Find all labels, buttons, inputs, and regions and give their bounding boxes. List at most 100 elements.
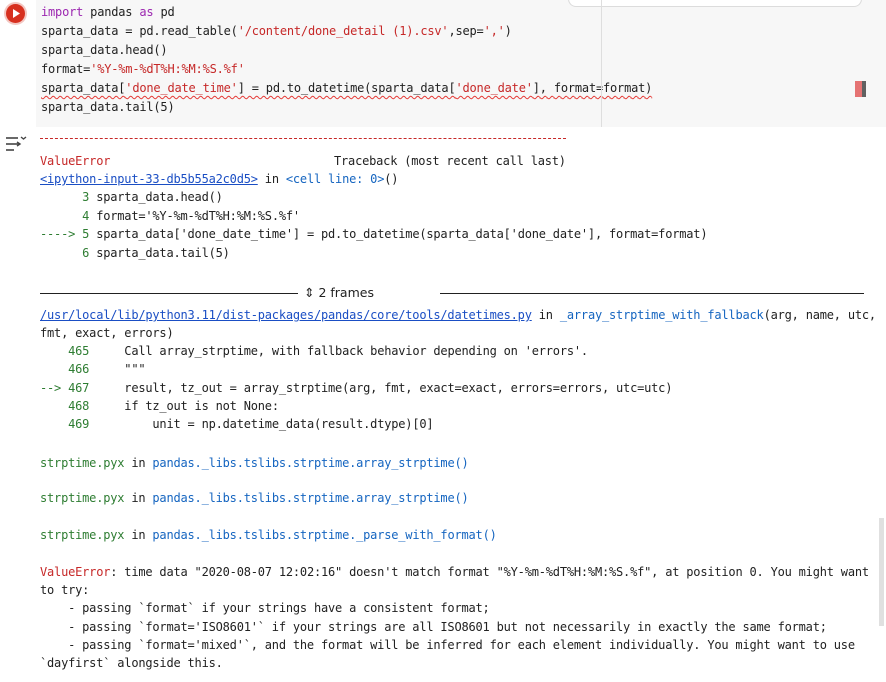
error-message-text: - passing `format='mixed'`, and the form… — [40, 637, 855, 652]
error-message-line: - passing `format='ISO8601'` if your str… — [40, 618, 827, 636]
error-message-line: to try: — [40, 581, 89, 599]
code-token: import — [41, 5, 84, 19]
traceback-code: sparta_data.tail(5) — [89, 245, 230, 260]
cython-frame-line: strptime.pyx in pandas._libs.tslibs.strp… — [40, 526, 497, 544]
error-message-text: - passing `format='ISO8601'` if your str… — [40, 619, 827, 634]
traceback-code: Call array_strptime, with fallback behav… — [89, 344, 588, 358]
traceback-arrow: ----> — [40, 227, 83, 241]
traceback-code: if tz_out is not None: — [89, 398, 279, 413]
error-message-line: ValueError: time data "2020-08-07 12:02:… — [40, 563, 869, 581]
final-error-name: ValueError — [40, 565, 111, 579]
error-message-line: `dayfirst` alongside this. — [40, 654, 223, 672]
cell-toolbar — [568, 0, 862, 7]
frame-function-args-cont: fmt, exact, errors) — [40, 326, 174, 340]
in-text: in — [124, 528, 153, 542]
cell-line-label: <cell line: 0> — [285, 172, 385, 186]
traceback-arrow — [40, 362, 68, 376]
in-text: in — [124, 491, 153, 505]
code-editor[interactable]: import pandas as pd sparta_data = pd.read… — [41, 3, 652, 117]
code-token: ',' — [483, 24, 505, 38]
code-token: ], format=format) — [532, 81, 653, 95]
traceback-code-line: 465 Call array_strptime, with fallback b… — [40, 342, 588, 360]
ipython-input-link[interactable]: <ipython-input-33-db5b55a2c0d5> — [40, 172, 258, 186]
frame-location-line: /usr/local/lib/python3.11/dist-packages/… — [40, 308, 877, 322]
traceback-code: format='%Y-%m-%dT%H:%M:%S.%f' — [89, 208, 300, 223]
traceback-code: sparta_data.head() — [89, 190, 223, 204]
traceback-arrow — [40, 344, 68, 358]
traceback-arrow — [40, 246, 82, 260]
pyx-file: strptime.pyx — [40, 528, 125, 542]
code-token: sparta_data[ — [41, 81, 126, 95]
error-message-text: `dayfirst` alongside this. — [40, 656, 223, 670]
datetimes-file-link[interactable]: /usr/local/lib/python3.11/dist-packages/… — [40, 308, 532, 322]
code-token: '/content/done_detail (1).csv' — [237, 24, 449, 38]
code-line[interactable]: import pandas as pd — [41, 3, 601, 22]
line-number: 466 — [68, 362, 90, 377]
error-message-line: - passing `format='mixed'`, and the form… — [40, 636, 855, 654]
traceback-code: result, tz_out = array_strptime(arg, fmt… — [89, 380, 673, 395]
traceback-code-line: 4 format='%Y-%m-%dT%H:%M:%S.%f' — [40, 207, 300, 225]
traceback-separator — [40, 138, 566, 139]
code-cell[interactable]: import pandas as pd sparta_data = pd.read… — [0, 0, 886, 127]
code-token: sparta_data.head() — [41, 43, 168, 57]
error-message-text: : time data "2020-08-07 12:02:16" doesn'… — [110, 565, 869, 579]
code-line[interactable]: sparta_data.tail(5) — [41, 98, 601, 117]
error-message-line: - passing `format` if your strings have … — [40, 599, 490, 617]
code-line[interactable]: sparta_data['done_date_time'] = pd.to_da… — [41, 79, 652, 98]
pyx-file: strptime.pyx — [40, 491, 125, 505]
cython-frame-line: strptime.pyx in pandas._libs.tslibs.strp… — [40, 489, 469, 507]
code-token: ] = pd.to_datetime(sparta_data[ — [237, 81, 456, 95]
editor-ruler — [601, 0, 602, 127]
editor-error-marker — [855, 81, 866, 97]
code-token: format= — [41, 62, 91, 76]
traceback-arrow — [40, 399, 68, 413]
traceback-header: Traceback (most recent call last) — [334, 154, 566, 168]
code-token: ,sep= — [448, 24, 484, 38]
cython-frame-line: strptime.pyx in pandas._libs.tslibs.strp… — [40, 454, 469, 472]
code-line[interactable]: sparta_data = pd.read_table('/content/do… — [41, 22, 601, 41]
traceback-location: <ipython-input-33-db5b55a2c0d5> in <cell… — [40, 170, 398, 188]
in-text: in — [124, 456, 153, 470]
traceback-code-line: 469 unit = np.datetime_data(result.dtype… — [40, 415, 433, 433]
run-cell-button[interactable] — [6, 4, 25, 23]
traceback-code: sparta_data['done_date_time'] = pd.to_da… — [89, 227, 708, 241]
line-number: 465 — [68, 344, 90, 358]
frames-divider-left — [40, 293, 298, 294]
frames-label: 2 frames — [318, 285, 374, 300]
traceback-code-line: 3 sparta_data.head() — [40, 188, 223, 206]
unfold-icon: ⇕ — [304, 285, 315, 300]
cell-gutter — [0, 0, 36, 127]
code-token: sparta_data = pd.read_table( — [41, 24, 238, 38]
code-token: 'done_date' — [455, 81, 533, 95]
line-number: 468 — [68, 398, 90, 413]
call-parens: () — [384, 172, 399, 186]
frame-function-args: (arg, name, utc, — [763, 308, 877, 322]
traceback-code-line: --> 467 result, tz_out = array_strptime(… — [40, 379, 672, 397]
output-options-icon[interactable] — [5, 134, 27, 154]
scrollbar-thumb[interactable] — [879, 518, 884, 626]
play-icon — [13, 9, 20, 18]
error-message-text: to try: — [40, 583, 90, 598]
code-token: '%Y-%m-%dT%H:%M:%S.%f' — [90, 62, 245, 76]
error-name: ValueError — [40, 154, 111, 168]
expand-frames-button[interactable]: ⇕ 2 frames — [304, 283, 374, 303]
code-line[interactable]: sparta_data.head() — [41, 41, 601, 60]
traceback-code-line: 468 if tz_out is not None: — [40, 397, 279, 415]
in-text: in — [257, 172, 286, 186]
pyx-file: strptime.pyx — [40, 456, 125, 470]
traceback-code: """ — [89, 362, 146, 377]
code-token: as — [139, 5, 154, 19]
traceback-code-line: 466 """ — [40, 360, 145, 378]
traceback-code-line: ----> 5 sparta_data['done_date_time'] = … — [40, 225, 708, 243]
code-line[interactable]: format='%Y-%m-%dT%H:%M:%S.%f' — [41, 60, 601, 79]
traceback-arrow — [40, 190, 82, 204]
frame-function-name: _array_strptime_with_fallback — [559, 308, 764, 322]
pyx-function: pandas._libs.tslibs.strptime.array_strpt… — [152, 456, 469, 470]
code-token: 'done_date_time' — [125, 81, 238, 95]
traceback-code: unit = np.datetime_data(result.dtype)[0] — [89, 417, 434, 432]
traceback-arrow — [40, 209, 82, 223]
frames-divider-right — [440, 293, 864, 294]
traceback-arrow: --> — [40, 380, 69, 395]
code-token: pd — [153, 5, 175, 19]
line-number: 469 — [68, 417, 90, 432]
